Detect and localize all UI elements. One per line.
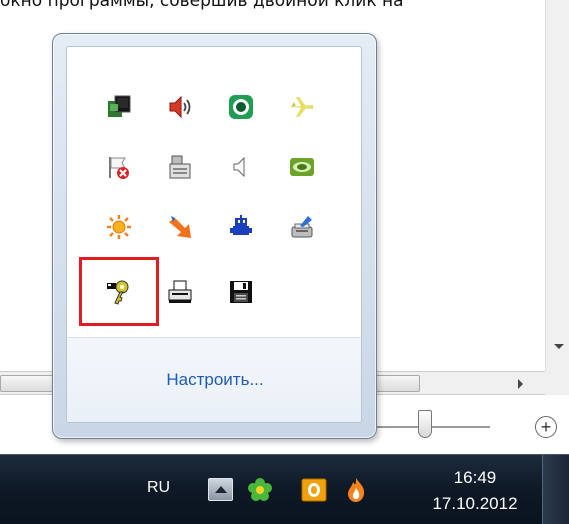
floppy-disk-icon[interactable] — [221, 272, 261, 312]
green-circle-app-icon[interactable] — [221, 87, 261, 127]
show-hidden-icons-button[interactable] — [208, 478, 233, 501]
clock-time: 16:49 — [453, 468, 497, 487]
outlook-icon[interactable] — [301, 477, 327, 503]
sun-brightness-icon[interactable] — [99, 207, 139, 247]
bluetooth-robot-icon[interactable] — [221, 207, 261, 247]
customize-link[interactable]: Настроить... — [67, 370, 361, 390]
selected-icon-highlight — [79, 257, 159, 326]
clock[interactable]: 16:49 17.10.2012 — [425, 465, 525, 517]
flame-icon[interactable] — [343, 477, 369, 503]
action-center-flag-error-icon[interactable] — [99, 147, 139, 187]
zoom-slider-knob[interactable] — [418, 410, 432, 438]
chevron-up-icon — [215, 486, 227, 493]
hidden-icons-grid — [67, 47, 361, 337]
taskbar: RU 16:49 17.10.2012 — [0, 454, 569, 524]
device-removable-icon[interactable] — [160, 147, 200, 187]
clock-date: 17.10.2012 — [432, 494, 518, 513]
network-icon[interactable] — [99, 87, 139, 127]
printer-icon[interactable] — [160, 272, 200, 312]
speaker-muted-icon[interactable] — [221, 147, 261, 187]
volume-icon[interactable] — [160, 87, 200, 127]
nvidia-icon[interactable] — [282, 147, 322, 187]
scroll-down-arrow-icon[interactable] — [554, 344, 564, 349]
popup-footer: Настроить... — [67, 337, 361, 422]
printer-brush-icon[interactable] — [282, 207, 322, 247]
language-indicator[interactable]: RU — [147, 479, 170, 497]
airplane-icon[interactable] — [282, 87, 322, 127]
popup-content: Настроить... — [66, 46, 362, 423]
zoom-in-button[interactable]: + — [535, 416, 557, 438]
scroll-right-arrow-icon[interactable] — [518, 379, 523, 389]
background-document-text: окно программы, совершив двойной клик на — [0, 0, 404, 11]
notification-overflow-popup: Настроить... — [52, 33, 377, 439]
show-desktop-button[interactable] — [542, 455, 569, 524]
scroll-corner — [545, 371, 569, 395]
icq-flower-icon[interactable] — [247, 477, 273, 503]
orange-arrow-icon[interactable] — [160, 207, 200, 247]
vertical-scrollbar[interactable] — [545, 0, 569, 372]
screen: окно программы, совершив двойной клик на… — [0, 0, 569, 524]
